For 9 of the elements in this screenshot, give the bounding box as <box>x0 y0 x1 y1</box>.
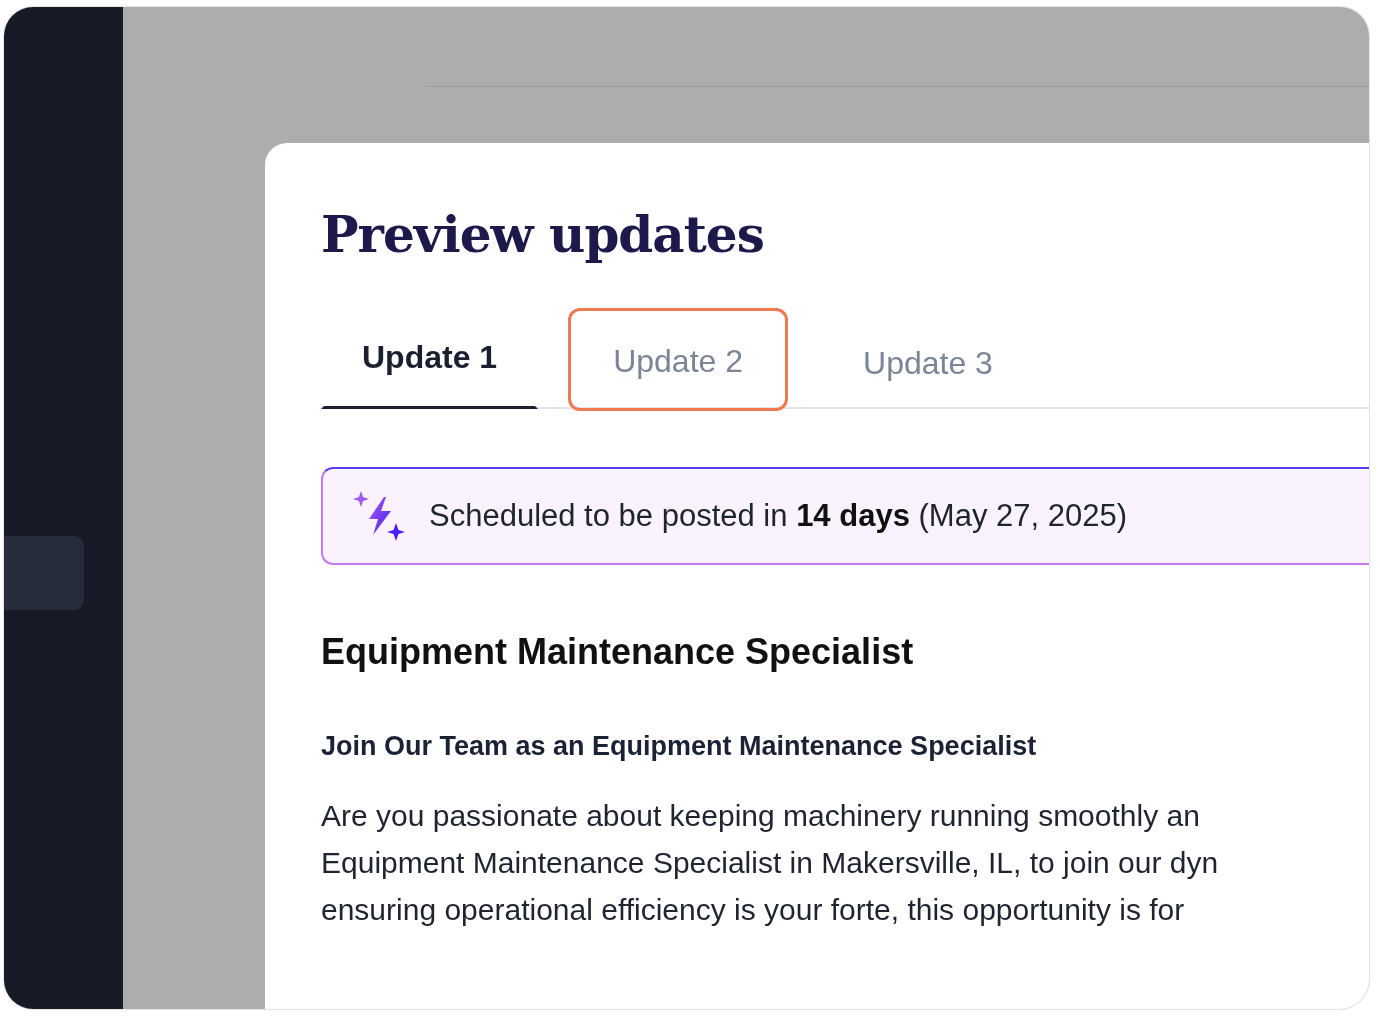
tab[interactable]: Update 1 <box>321 336 539 409</box>
schedule-text: Scheduled to be posted in 14 days (May 27, 2025) <box>429 498 1127 534</box>
sidebar-item[interactable] <box>4 536 84 610</box>
section-heading: Join Our Team as an Equipment Maintenance Specialist <box>321 731 1038 762</box>
dialog-title: Preview updates <box>321 205 765 264</box>
tab[interactable]: Update 3 <box>818 342 1038 409</box>
job-description: Are you passionate about keeping machinery running smoothly an Equipment Maintenance Specialist in Makersville, IL, to join our dyn ensuring operational efficiency is your forte, this opportunity is for <box>321 798 1220 928</box>
tab[interactable]: Update 2 <box>568 308 788 411</box>
job-title: Equipment Maintenance Specialist <box>321 631 915 673</box>
